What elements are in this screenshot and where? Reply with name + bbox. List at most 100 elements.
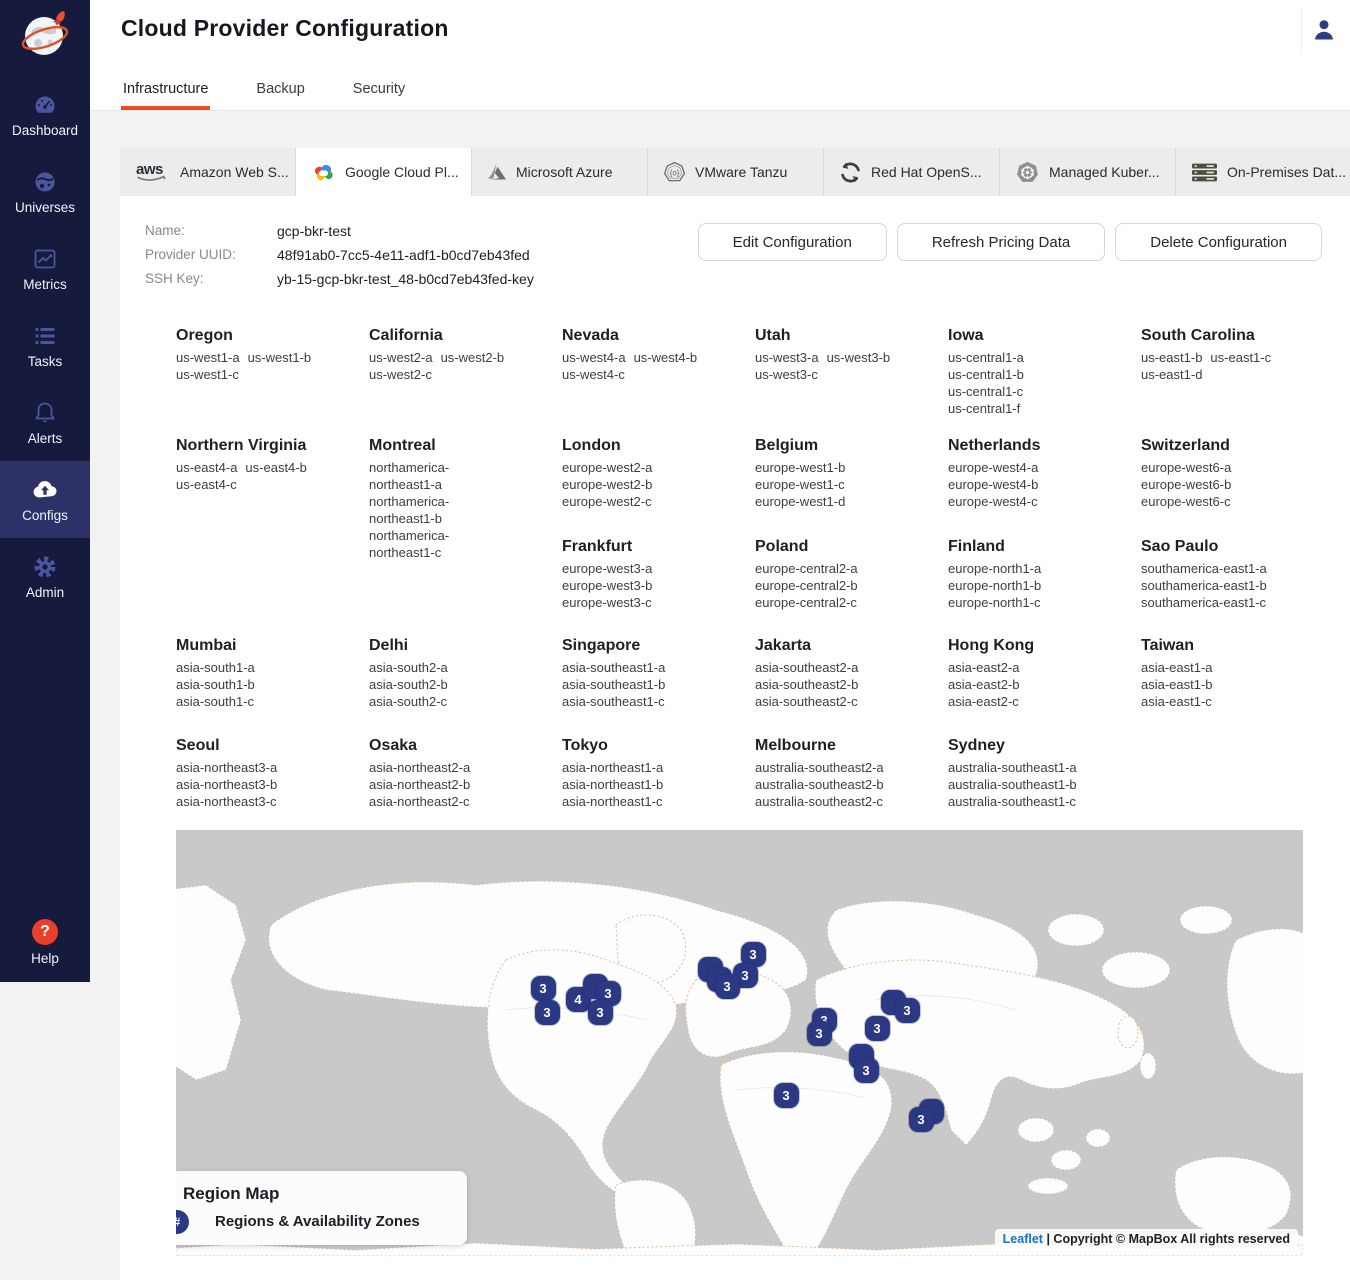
sidebar-item-tasks[interactable]: Tasks [0, 307, 90, 384]
zone-label: europe-west1-d [755, 493, 845, 510]
map-cluster-marker[interactable]: 3 [865, 1016, 890, 1041]
detail-label-provider-uuid: Provider UUID: [145, 247, 277, 263]
zone-list: southamerica-east1-asouthamerica-east1-b… [1141, 560, 1281, 611]
zone-label: us-west2-c [369, 366, 432, 383]
region-poland: Polandeurope-central2-aeurope-central2-b… [755, 536, 948, 635]
tasks-icon [32, 322, 58, 349]
zone-label: asia-east2-b [948, 676, 1020, 693]
zone-label: australia-southeast2-c [755, 793, 883, 810]
zone-label: asia-southeast1-c [562, 693, 665, 710]
region-grid: Oregonus-west1-aus-west1-bus-west1-cCali… [176, 325, 1350, 810]
region-belgium: Belgiumeurope-west1-beurope-west1-ceurop… [755, 435, 948, 536]
region-name: Belgium [755, 435, 948, 456]
region-name: Iowa [948, 325, 1141, 346]
sidebar-item-dashboard[interactable]: Dashboard [0, 76, 90, 153]
provider-tab-vmware-tanzu[interactable]: {o} VMware Tanzu [648, 148, 824, 196]
zone-label: asia-southeast1-b [562, 676, 665, 693]
map-cluster-marker[interactable]: 3 [909, 1107, 934, 1132]
tab-backup[interactable]: Backup [254, 71, 306, 110]
zone-label: us-west3-b [827, 349, 891, 366]
zone-list: asia-northeast2-aasia-northeast2-basia-n… [369, 759, 509, 810]
zone-label: asia-southeast2-b [755, 676, 858, 693]
map-cluster-marker[interactable]: 3 [531, 976, 556, 1001]
zone-label: us-central1-b [948, 366, 1024, 383]
zone-list: asia-southeast1-aasia-southeast1-basia-s… [562, 659, 702, 710]
map-cluster-marker[interactable]: 3 [535, 1000, 560, 1025]
map-cluster-marker[interactable]: 3 [774, 1083, 799, 1108]
provider-tab-label: VMware Tanzu [695, 164, 787, 180]
provider-tab-on-premises-dat[interactable]: On-Premises Dat... [1176, 148, 1350, 196]
sidebar-item-label: Configs [22, 508, 68, 523]
sidebar-item-configs[interactable]: Configs [0, 461, 90, 538]
provider-tab-microsoft-azure[interactable]: Microsoft Azure [472, 148, 648, 196]
region-marker-icon: # [176, 1210, 189, 1234]
region-name: Singapore [562, 635, 755, 656]
delete-configuration-button[interactable]: Delete Configuration [1115, 223, 1322, 261]
zone-label: europe-west2-b [562, 476, 652, 493]
tanzu-icon: {o} [663, 161, 686, 184]
leaflet-link[interactable]: Leaflet [1003, 1232, 1043, 1246]
user-avatar-icon[interactable] [1311, 17, 1337, 43]
header: Cloud Provider Configuration Infrastruct… [90, 0, 1350, 111]
provider-tab-amazon-web-s[interactable]: awsAmazon Web S... [120, 148, 296, 196]
region-south-carolina: South Carolinaus-east1-bus-east1-cus-eas… [1141, 325, 1334, 435]
region-delhi: Delhiasia-south2-aasia-south2-basia-sout… [369, 635, 562, 735]
zone-label: us-west4-b [634, 349, 698, 366]
map-cluster-marker[interactable]: 3 [715, 974, 740, 999]
zone-label: asia-south1-c [176, 693, 254, 710]
sidebar-item-metrics[interactable]: Metrics [0, 230, 90, 307]
refresh-pricing-data-button[interactable]: Refresh Pricing Data [897, 223, 1105, 261]
zone-label: europe-west3-b [562, 577, 652, 594]
region-oregon: Oregonus-west1-aus-west1-bus-west1-c [176, 325, 369, 435]
zone-label: asia-south1-b [176, 676, 255, 693]
region-name: Taiwan [1141, 635, 1334, 656]
region-name: Jakarta [755, 635, 948, 656]
zone-label: asia-southeast2-a [755, 659, 858, 676]
zone-label: asia-southeast2-c [755, 693, 858, 710]
zone-label: us-east4-a [176, 459, 237, 476]
zone-label: europe-west6-b [1141, 476, 1231, 493]
provider-tab-managed-kuber[interactable]: Managed Kuber... [1000, 148, 1176, 196]
map-legend-title: Region Map [183, 1184, 457, 1204]
tab-security[interactable]: Security [351, 71, 407, 110]
map-cluster-marker[interactable]: 3 [807, 1021, 832, 1046]
region-utah: Utahus-west3-aus-west3-bus-west3-c [755, 325, 948, 435]
zone-label: us-central1-c [948, 383, 1023, 400]
provider-tabs: awsAmazon Web S...Google Cloud Pl...Micr… [120, 148, 1350, 196]
region-taiwan: Taiwanasia-east1-aasia-east1-basia-east1… [1141, 635, 1334, 735]
tab-infrastructure[interactable]: Infrastructure [121, 71, 210, 110]
region-map[interactable]: 334333333333333 Region Map # Regions & A… [176, 830, 1303, 1256]
provider-tab-red-hat-opens[interactable]: Red Hat OpenS... [824, 148, 1000, 196]
region-nevada: Nevadaus-west4-aus-west4-bus-west4-c [562, 325, 755, 435]
provider-tab-google-cloud-pl[interactable]: Google Cloud Pl... [296, 148, 472, 196]
sidebar-item-alerts[interactable]: Alerts [0, 384, 90, 461]
action-buttons: Edit Configuration Refresh Pricing Data De… [698, 223, 1322, 261]
zone-label: europe-west3-c [562, 594, 652, 611]
zone-list: europe-west6-aeurope-west6-beurope-west6… [1141, 459, 1281, 510]
detail-value-name: gcp-bkr-test [277, 223, 534, 239]
app-logo-icon[interactable] [18, 8, 72, 62]
zone-label: asia-northeast2-c [369, 793, 469, 810]
map-cluster-marker[interactable]: 3 [854, 1058, 879, 1083]
region-sydney: Sydneyaustralia-southeast1-aaustralia-so… [948, 735, 1141, 810]
zone-label: southamerica-east1-c [1141, 594, 1266, 611]
zone-label: us-east1-b [1141, 349, 1202, 366]
region-name: Montreal [369, 435, 562, 456]
map-cluster-marker[interactable]: 3 [588, 1000, 613, 1025]
map-cluster-marker[interactable]: 3 [895, 998, 920, 1023]
zone-label: europe-west4-c [948, 493, 1038, 510]
zone-label: northamerica-northeast1-b [369, 493, 509, 527]
sidebar-item-universes[interactable]: Universes [0, 153, 90, 230]
zone-label: asia-east1-a [1141, 659, 1213, 676]
zone-label: us-west1-c [176, 366, 239, 383]
region-finland: Finlandeurope-north1-aeurope-north1-beur… [948, 536, 1141, 635]
sidebar-item-admin[interactable]: Admin [0, 538, 90, 615]
edit-configuration-button[interactable]: Edit Configuration [698, 223, 887, 261]
zone-list: northamerica-northeast1-anorthamerica-no… [369, 459, 509, 561]
zone-label: europe-north1-a [948, 560, 1041, 577]
sidebar-item-help[interactable]: ? Help [0, 919, 90, 966]
detail-label-ssh-key: SSH Key: [145, 271, 277, 287]
region-name: Mumbai [176, 635, 369, 656]
provider-tab-label: Amazon Web S... [180, 164, 289, 180]
sidebar-item-label: Metrics [23, 277, 67, 292]
